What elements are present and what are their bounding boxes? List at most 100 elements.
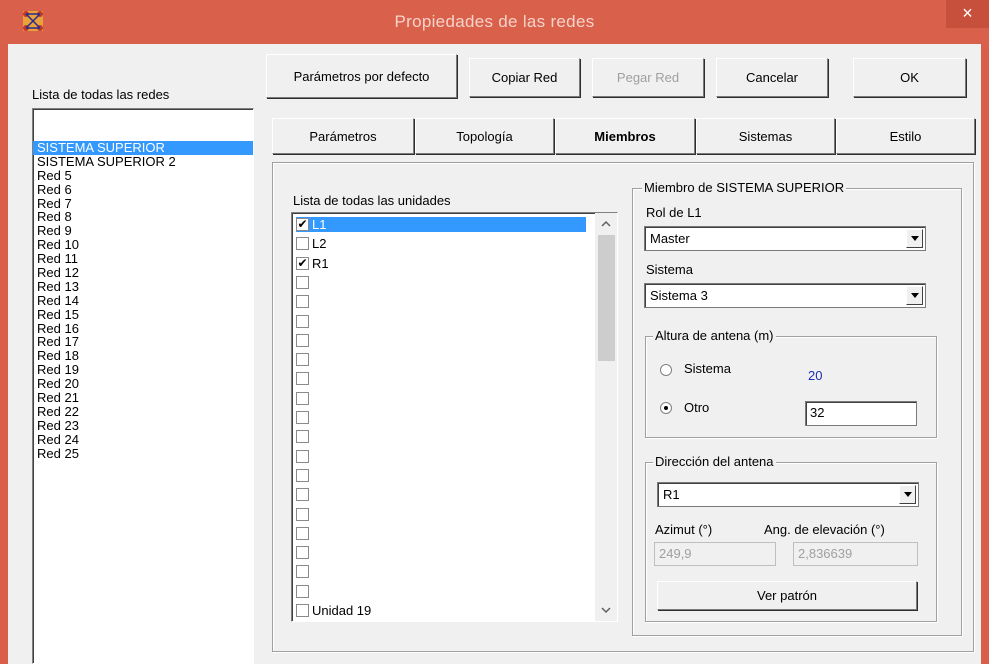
unit-checkbox[interactable] — [296, 333, 309, 347]
unit-checkbox[interactable] — [296, 353, 309, 367]
unit-checkbox[interactable] — [296, 391, 309, 405]
unit-checkbox[interactable] — [296, 430, 309, 444]
paste-network-button[interactable]: Pegar Red — [592, 58, 704, 97]
units-scroll-thumb[interactable] — [598, 235, 615, 361]
direction-target-value: R1 — [663, 487, 680, 502]
unit-list-item[interactable]: ✔ R1 — [296, 256, 586, 271]
scroll-down-icon[interactable] — [595, 599, 617, 621]
other-height-input[interactable]: 32 — [805, 401, 917, 426]
unit-list-item[interactable] — [296, 564, 586, 579]
unit-list-item[interactable] — [296, 352, 586, 367]
unit-list-item[interactable]: L2 — [296, 236, 586, 251]
unit-list-item[interactable] — [296, 371, 586, 386]
network-list-item[interactable]: Red 5 — [33, 168, 253, 183]
tab-sistemas[interactable]: Sistemas — [696, 118, 835, 154]
unit-checkbox[interactable] — [296, 237, 309, 251]
elevation-input[interactable]: 2,836639 — [793, 542, 918, 566]
unit-list-item[interactable] — [296, 468, 586, 483]
unit-list-item[interactable] — [296, 429, 586, 444]
view-pattern-button[interactable]: Ver patrón — [657, 581, 917, 610]
unit-list-item[interactable]: Unidad 19 — [296, 603, 586, 618]
unit-checkbox[interactable] — [296, 314, 309, 328]
chevron-down-icon[interactable] — [899, 485, 916, 504]
unit-list-item[interactable] — [296, 545, 586, 560]
radio-other[interactable] — [660, 402, 672, 414]
network-list-item[interactable]: Red 25 — [33, 446, 253, 461]
unit-list-item[interactable] — [296, 314, 586, 329]
azimuth-input[interactable]: 249,9 — [654, 542, 776, 566]
network-list-item[interactable]: Red 8 — [33, 210, 253, 224]
unit-label: L2 — [312, 236, 327, 252]
unit-checkbox[interactable] — [296, 546, 309, 560]
unit-checkbox[interactable] — [296, 411, 309, 424]
unit-checkbox[interactable] — [296, 468, 309, 482]
scroll-up-icon[interactable] — [595, 213, 617, 235]
unit-checkbox[interactable] — [296, 449, 309, 463]
network-list-item[interactable]: Red 14 — [33, 293, 253, 308]
tab-topologia[interactable]: Topología — [415, 118, 554, 154]
radio-system[interactable] — [660, 364, 672, 376]
unit-checkbox[interactable]: ✔ — [296, 218, 309, 231]
system-select[interactable]: Sistema 3 — [644, 283, 926, 308]
tab-parametros[interactable]: Parámetros — [272, 118, 414, 154]
unit-list-item[interactable] — [296, 333, 586, 348]
network-list-item[interactable]: Red 16 — [33, 321, 253, 336]
unit-label: Unidad 19 — [312, 603, 372, 618]
ok-button[interactable]: OK — [853, 58, 966, 97]
unit-checkbox[interactable] — [296, 275, 309, 289]
network-list-item[interactable]: Red 15 — [33, 307, 253, 322]
network-list-item[interactable]: Red 12 — [33, 266, 253, 280]
unit-list-item[interactable] — [296, 391, 586, 406]
network-list-item[interactable]: Red 21 — [33, 391, 253, 405]
network-list-item[interactable]: Red 18 — [33, 349, 253, 363]
network-list-item[interactable]: Red 13 — [33, 279, 253, 294]
unit-list-item[interactable] — [296, 294, 586, 309]
network-list-item[interactable]: Red 7 — [33, 196, 253, 211]
unit-checkbox[interactable] — [296, 295, 309, 309]
unit-list-item[interactable]: ✔ L1 — [296, 217, 586, 232]
unit-list-item[interactable] — [296, 410, 586, 425]
unit-list-item[interactable] — [296, 526, 586, 541]
role-select[interactable]: Master — [644, 226, 926, 251]
close-icon[interactable]: × — [962, 3, 973, 23]
network-list-item[interactable] — [33, 111, 253, 141]
network-list-item[interactable]: Red 17 — [33, 335, 253, 349]
chevron-down-icon[interactable] — [906, 286, 923, 305]
network-list-item[interactable]: SISTEMA SUPERIOR 2 — [33, 154, 253, 169]
unit-checkbox[interactable] — [296, 488, 309, 502]
unit-checkbox[interactable] — [296, 507, 309, 521]
default-parameters-button[interactable]: Parámetros por defecto — [266, 54, 457, 98]
unit-checkbox[interactable] — [296, 604, 309, 617]
network-list-item[interactable]: Red 19 — [33, 363, 253, 377]
cancel-button[interactable]: Cancelar — [716, 58, 828, 97]
close-button[interactable]: × — [946, 0, 989, 28]
copy-network-button[interactable]: Copiar Red — [469, 58, 580, 97]
unit-list-item[interactable] — [296, 449, 586, 464]
network-list-item[interactable]: SISTEMA SUPERIOR — [33, 141, 253, 155]
units-list-label: Lista de todas las unidades — [293, 193, 451, 208]
units-list[interactable]: ✔ L1 L2 ✔ R1 Unidad 19 — [291, 212, 618, 622]
network-list[interactable]: SISTEMA SUPERIOR SISTEMA SUPERIOR 2 Red 5R… — [32, 108, 254, 664]
unit-checkbox[interactable] — [296, 584, 309, 598]
unit-list-item[interactable] — [296, 584, 586, 599]
unit-checkbox[interactable] — [296, 565, 309, 579]
network-list-item[interactable]: Red 20 — [33, 377, 253, 391]
network-list-item[interactable]: Red 11 — [33, 252, 253, 266]
unit-checkbox[interactable] — [296, 372, 309, 386]
unit-list-item[interactable] — [296, 275, 586, 290]
unit-checkbox[interactable] — [296, 526, 309, 540]
tab-miembros[interactable]: Miembros — [555, 118, 695, 154]
unit-checkbox[interactable]: ✔ — [296, 256, 309, 270]
network-list-item[interactable]: Red 24 — [33, 432, 253, 447]
network-list-item[interactable]: Red 6 — [33, 182, 253, 197]
network-list-item[interactable]: Red 10 — [33, 238, 253, 252]
units-scrollbar[interactable] — [595, 213, 617, 621]
unit-list-item[interactable] — [296, 487, 586, 502]
network-list-item[interactable]: Red 23 — [33, 418, 253, 433]
unit-list-item[interactable] — [296, 507, 586, 522]
chevron-down-icon[interactable] — [906, 229, 923, 248]
network-list-item[interactable]: Red 22 — [33, 404, 253, 419]
tab-estilo[interactable]: Estilo — [836, 118, 975, 154]
network-list-item[interactable]: Red 9 — [33, 224, 253, 238]
direction-target-select[interactable]: R1 — [657, 482, 919, 507]
